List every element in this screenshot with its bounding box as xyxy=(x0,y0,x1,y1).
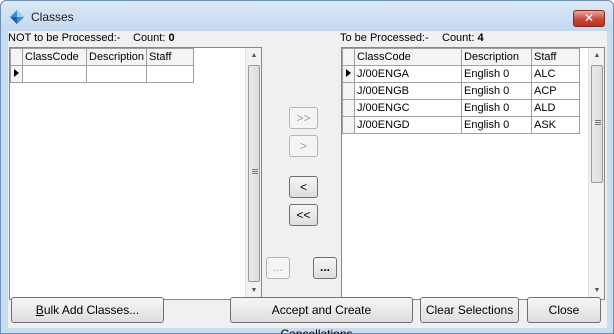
table-row[interactable]: J/00ENGA English 0 ALC xyxy=(342,65,580,83)
left-scroll-thumb[interactable] xyxy=(248,65,260,282)
cell-classcode[interactable]: J/00ENGD xyxy=(354,116,462,134)
table-row[interactable]: J/00ENGB English 0 ACP xyxy=(342,82,580,100)
left-corner-cell xyxy=(10,48,23,66)
accept-create-cancellations-button[interactable]: Accept and Create Cancellations... xyxy=(230,297,413,334)
cell-classcode[interactable]: J/00ENGA xyxy=(354,65,462,83)
bulk-add-mnemonic: B xyxy=(35,303,44,317)
to-be-processed-label: To be Processed:- xyxy=(340,32,429,44)
right-corner-cell xyxy=(342,48,355,66)
left-count-label: Count: xyxy=(133,32,166,44)
table-row[interactable]: J/00ENGD English 0 ASK xyxy=(342,116,580,134)
right-col-description[interactable]: Description xyxy=(461,48,532,66)
not-processed-label: NOT to be Processed:- xyxy=(8,32,121,44)
title-bar[interactable]: Classes ✕ xyxy=(1,1,613,31)
left-new-row[interactable] xyxy=(10,65,195,83)
classes-window: Classes ✕ NOT to be Processed:- Count: 0… xyxy=(0,0,614,334)
dialog-client-area: NOT to be Processed:- Count: 0 To be Pro… xyxy=(8,31,607,334)
diamond-app-icon xyxy=(10,10,24,24)
cell-description[interactable]: English 0 xyxy=(461,65,532,83)
left-new-cell-classcode[interactable] xyxy=(22,65,87,83)
left-ellipsis-button[interactable]: ... xyxy=(266,257,290,279)
right-scroll-thumb[interactable] xyxy=(591,65,603,183)
right-row-selector[interactable] xyxy=(342,116,355,134)
right-row-selector[interactable] xyxy=(342,65,355,83)
scroll-up-arrow-icon[interactable]: ▲ xyxy=(246,48,261,64)
right-section-label: To be Processed:- xyxy=(340,32,429,44)
left-row-selector[interactable] xyxy=(10,65,23,83)
left-grid-table: ClassCode Description Staff xyxy=(10,48,195,83)
close-button[interactable]: Close xyxy=(527,297,601,323)
right-count-label: Count: xyxy=(442,32,475,44)
right-row-selector[interactable] xyxy=(342,99,355,117)
right-row-selector[interactable] xyxy=(342,82,355,100)
table-row[interactable]: J/00ENGC English 0 ALD xyxy=(342,99,580,117)
bulk-add-classes-button[interactable]: Bulk Add Classes... xyxy=(11,297,164,323)
bulk-add-label: ulk Add Classes... xyxy=(43,303,140,317)
left-new-cell-description[interactable] xyxy=(85,65,148,83)
left-col-description[interactable]: Description xyxy=(85,48,148,66)
right-col-classcode[interactable]: ClassCode xyxy=(354,48,462,66)
right-ellipsis-button[interactable]: ... xyxy=(313,257,337,279)
left-section-label: NOT to be Processed:- xyxy=(8,32,120,44)
to-be-processed-grid[interactable]: ClassCode Description Staff J/00ENGA Eng… xyxy=(341,47,605,300)
left-col-classcode[interactable]: ClassCode xyxy=(22,48,87,66)
move-all-left-button[interactable]: << xyxy=(289,204,318,226)
right-grid-table: ClassCode Description Staff J/00ENGA Eng… xyxy=(342,48,580,134)
right-vertical-scrollbar[interactable]: ▲ ▼ xyxy=(588,48,604,299)
cell-staff[interactable]: ACP xyxy=(531,82,580,100)
not-processed-grid[interactable]: ClassCode Description Staff ▲ ▼ xyxy=(9,47,262,300)
cell-staff[interactable]: ASK xyxy=(531,116,580,134)
window-title: Classes xyxy=(31,10,74,24)
left-grid-header-row: ClassCode Description Staff xyxy=(10,48,195,66)
cell-description[interactable]: English 0 xyxy=(461,82,532,100)
move-left-button[interactable]: < xyxy=(289,176,318,198)
cell-description[interactable]: English 0 xyxy=(461,99,532,117)
right-grid-header-row: ClassCode Description Staff xyxy=(342,48,580,66)
cell-description[interactable]: English 0 xyxy=(461,116,532,134)
left-new-cell-staff[interactable] xyxy=(146,65,195,83)
cell-staff[interactable]: ALD xyxy=(531,99,580,117)
right-count: Count: 4 xyxy=(442,32,484,44)
current-row-arrow-icon xyxy=(346,69,351,77)
left-count: Count: 0 xyxy=(133,32,175,44)
current-row-arrow-icon xyxy=(14,69,19,77)
right-count-value: 4 xyxy=(477,32,484,44)
window-close-button[interactable]: ✕ xyxy=(573,10,605,27)
scroll-up-arrow-icon[interactable]: ▲ xyxy=(589,48,604,64)
clear-selections-button[interactable]: Clear Selections xyxy=(420,297,519,323)
left-count-value: 0 xyxy=(168,32,175,44)
move-right-button[interactable]: > xyxy=(289,135,318,157)
left-col-staff[interactable]: Staff xyxy=(146,48,195,66)
left-vertical-scrollbar[interactable]: ▲ ▼ xyxy=(245,48,261,299)
move-all-right-button[interactable]: >> xyxy=(289,107,318,129)
cell-classcode[interactable]: J/00ENGC xyxy=(354,99,462,117)
right-col-staff[interactable]: Staff xyxy=(531,48,580,66)
cell-staff[interactable]: ALC xyxy=(531,65,580,83)
cell-classcode[interactable]: J/00ENGB xyxy=(354,82,462,100)
